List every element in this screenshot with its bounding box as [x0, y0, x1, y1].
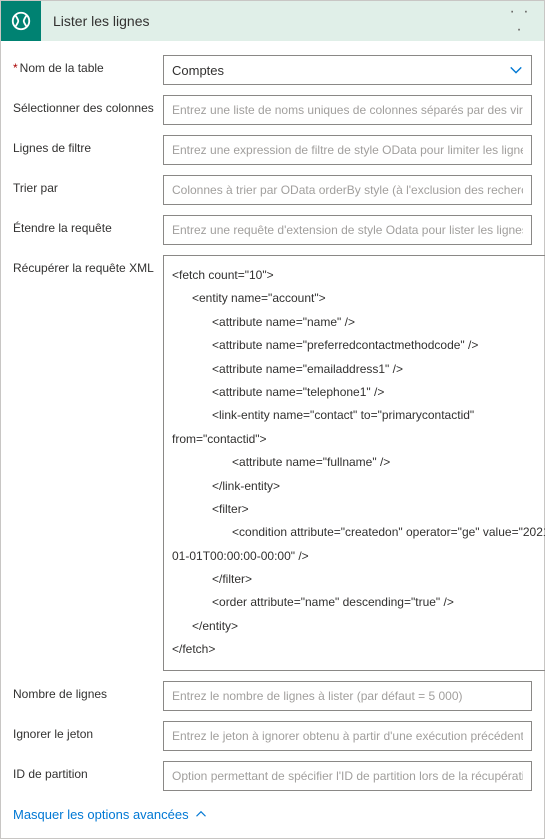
select-columns-input[interactable] [163, 95, 532, 125]
label-table-name: *Nom de la table [13, 55, 163, 77]
fetch-xml-input[interactable]: <fetch count="10"> <entity name="account… [163, 255, 545, 671]
label-skip-token: Ignorer le jeton [13, 721, 163, 743]
label-partition-id: ID de partition [13, 761, 163, 783]
toggle-advanced-label: Masquer les options avancées [13, 807, 189, 822]
field-fetch-xml: Récupérer la requête XML <fetch count="1… [13, 255, 532, 671]
filter-rows-input[interactable] [163, 135, 532, 165]
card-header: Lister les lignes · · · [1, 1, 544, 41]
label-fetch-xml: Récupérer la requête XML [13, 255, 163, 277]
expand-query-input[interactable] [163, 215, 532, 245]
field-partition-id: ID de partition [13, 761, 532, 791]
chevron-down-icon [509, 63, 523, 77]
row-count-input[interactable] [163, 681, 532, 711]
card-title: Lister les lignes [53, 13, 504, 29]
field-table-name: *Nom de la table Comptes [13, 55, 532, 85]
field-expand-query: Étendre la requête [13, 215, 532, 245]
table-name-value: Comptes [172, 63, 509, 78]
field-row-count: Nombre de lignes [13, 681, 532, 711]
label-select-columns: Sélectionner des colonnes [13, 95, 163, 117]
field-filter-rows: Lignes de filtre [13, 135, 532, 165]
label-sort-by: Trier par [13, 175, 163, 197]
toggle-advanced-options[interactable]: Masquer les options avancées [13, 801, 532, 828]
table-name-select[interactable]: Comptes [163, 55, 532, 85]
label-expand-query: Étendre la requête [13, 215, 163, 237]
label-filter-rows: Lignes de filtre [13, 135, 163, 157]
partition-id-input[interactable] [163, 761, 532, 791]
label-row-count: Nombre de lignes [13, 681, 163, 703]
sort-by-input[interactable] [163, 175, 532, 205]
skip-token-input[interactable] [163, 721, 532, 751]
chevron-up-icon [195, 808, 207, 820]
card-body: *Nom de la table Comptes Sélectionner de… [1, 41, 544, 838]
field-sort-by: Trier par [13, 175, 532, 205]
required-marker: * [13, 61, 18, 75]
connector-icon [1, 1, 41, 41]
action-card: Lister les lignes · · · *Nom de la table… [0, 0, 545, 839]
field-skip-token: Ignorer le jeton [13, 721, 532, 751]
card-menu-button[interactable]: · · · [504, 3, 536, 39]
field-select-columns: Sélectionner des colonnes [13, 95, 532, 125]
